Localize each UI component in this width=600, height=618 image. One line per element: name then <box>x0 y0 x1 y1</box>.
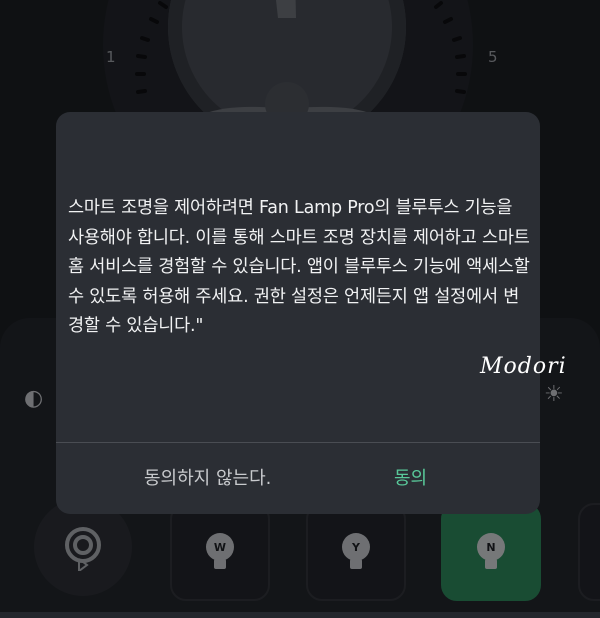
agree-button[interactable]: 동의 <box>394 464 427 490</box>
deny-button[interactable]: 동의하지 않는다. <box>144 464 271 490</box>
dialog-message: 스마트 조명을 제어하려면 Fan Lamp Pro의 블루투스 기능을 사용해… <box>68 198 530 336</box>
watermark-text: Modori <box>480 354 567 379</box>
bluetooth-permission-dialog: 스마트 조명을 제어하려면 Fan Lamp Pro의 블루투스 기능을 사용해… <box>56 112 540 514</box>
dialog-divider <box>56 442 540 443</box>
